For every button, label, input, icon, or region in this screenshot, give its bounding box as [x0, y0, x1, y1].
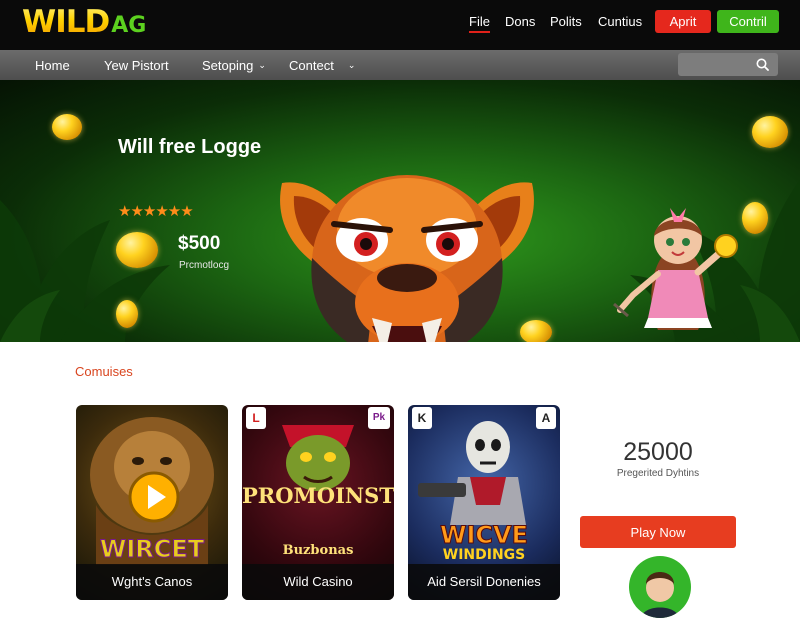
aprit-button[interactable]: Aprit: [655, 10, 711, 33]
game-card[interactable]: WIRCET Wght's Canos: [76, 405, 228, 600]
game-art-title: WICVE: [440, 521, 529, 550]
hero-title: Will free Logge: [118, 136, 262, 158]
game-card[interactable]: K A WICVE WINDINGS Aid Sersil Donenies: [408, 405, 560, 600]
gold-coin-icon: [116, 300, 138, 328]
chevron-down-icon: ⌄: [347, 60, 356, 70]
hero-banner: Will free Logge ★★★★★★ $500 Prcmotlocg: [0, 80, 800, 342]
game-art-title: PROMOINST: [242, 483, 394, 508]
players-count-label: Pregerited Dyhtins: [616, 468, 700, 479]
logo-main: WILD: [22, 4, 110, 40]
game-art-subtitle: Buzbonas: [282, 543, 354, 558]
subnav-item-contect[interactable]: Contect ⌄: [289, 58, 355, 73]
game-card-caption: Wild Casino: [242, 564, 394, 600]
game-art-title: WIRCET: [99, 535, 205, 564]
game-art-skeleton-illustration: [418, 421, 526, 525]
game-card-caption: Aid Sersil Donenies: [408, 564, 560, 600]
subnav-label: Home: [35, 58, 70, 73]
contril-button[interactable]: Contril: [717, 10, 779, 33]
play-now-button[interactable]: Play Now: [580, 516, 736, 548]
avatar: [629, 556, 691, 618]
subnav-item-pistort[interactable]: Yew Pistort: [104, 58, 169, 73]
gold-coin-icon: [52, 114, 82, 140]
subnav-label: Contect: [289, 58, 334, 73]
girl-character-illustration: [613, 208, 738, 330]
mascot-creature-illustration: [280, 175, 534, 342]
person-avatar-icon: [641, 572, 679, 618]
logo[interactable]: WILDAG: [22, 4, 146, 40]
game-art-subtitle: WINDINGS: [442, 547, 526, 563]
hero-subtitle: Prcmotlocg: [179, 260, 230, 271]
topnav-item-polits[interactable]: Polits: [550, 14, 582, 29]
gold-coin-icon: [752, 116, 788, 148]
players-count: 25000: [623, 438, 693, 466]
game-card-caption: Wght's Canos: [76, 564, 228, 600]
search-input[interactable]: [678, 53, 778, 76]
topnav-item-cuntius[interactable]: Cuntius: [598, 14, 642, 29]
game-card[interactable]: L Pk PROMOINST Buzbonas Wild Casino: [242, 405, 394, 600]
top-bar: WILDAG File Dons Polits Cuntius Aprit Co…: [0, 0, 800, 50]
topnav-item-file[interactable]: File: [469, 14, 490, 33]
gold-coin-icon: [116, 232, 158, 268]
subnav-item-setoping[interactable]: Setoping ⌄: [202, 58, 266, 73]
subnav-label: Setoping: [202, 58, 254, 73]
search-icon[interactable]: [756, 58, 769, 71]
subnav-label: Yew Pistort: [104, 58, 169, 73]
subnav-item-home[interactable]: Home: [35, 58, 70, 73]
chevron-down-icon: ⌄: [258, 60, 266, 70]
star-rating: ★★★★★★: [118, 203, 194, 220]
logo-suffix: AG: [111, 13, 147, 38]
section-title: Comuises: [75, 364, 133, 379]
topnav-item-dons[interactable]: Dons: [505, 14, 535, 29]
bonus-amount: $500: [178, 233, 221, 254]
